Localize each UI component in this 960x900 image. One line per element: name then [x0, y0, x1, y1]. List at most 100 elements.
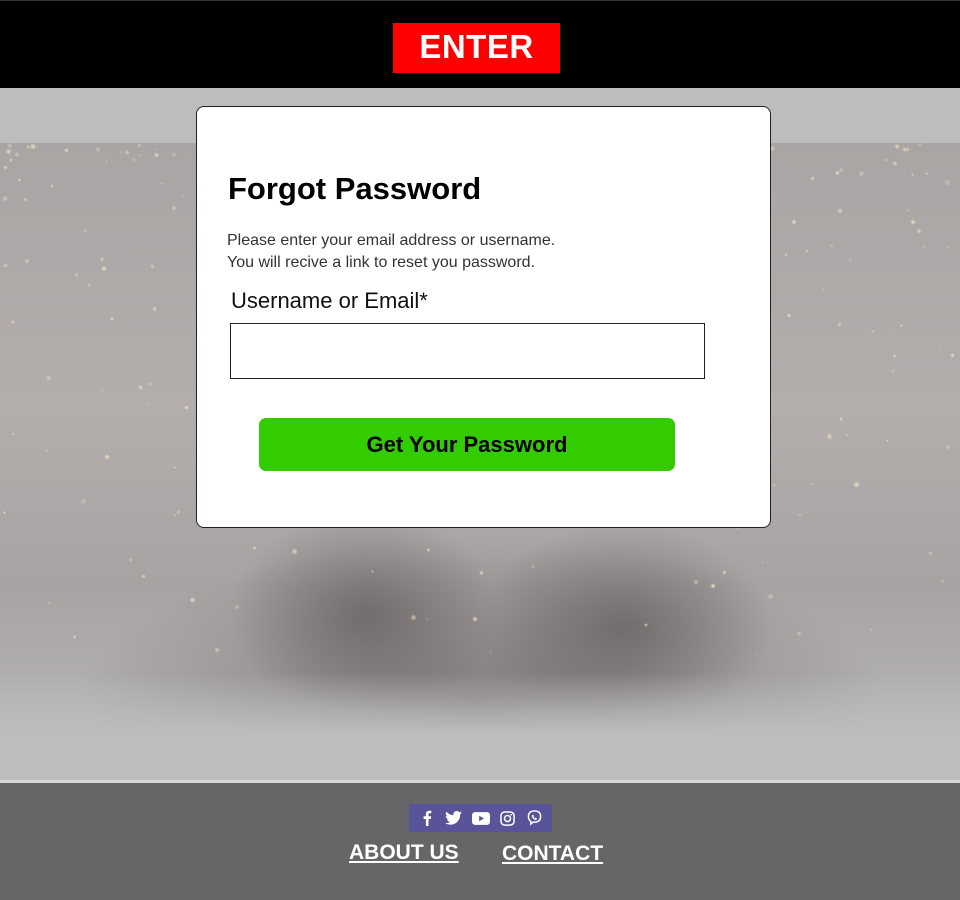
- stage-light-glow: [784, 253, 788, 257]
- stage-light-glow: [370, 569, 375, 574]
- stage-light-glow: [147, 381, 154, 387]
- stage-light-glow: [643, 623, 648, 628]
- stage-light-glow: [472, 616, 478, 622]
- stage-light-glow: [531, 564, 536, 569]
- stage-light-glow: [160, 182, 164, 186]
- stage-light-glow: [2, 164, 9, 170]
- stage-light-glow: [48, 601, 51, 605]
- stage-light-glow: [907, 209, 911, 213]
- stage-light-glow: [2, 511, 6, 515]
- youtube-icon[interactable]: [469, 807, 493, 829]
- stage-light-glow: [853, 481, 860, 488]
- stage-light-glow: [721, 570, 727, 575]
- stage-light-glow: [23, 197, 28, 203]
- facebook-icon[interactable]: [415, 807, 439, 829]
- stage-light-glow: [291, 548, 299, 556]
- stage-light-glow: [173, 513, 177, 517]
- stage-light-glow: [761, 560, 765, 564]
- stage-light-glow: [939, 344, 942, 347]
- stage-light-glow: [23, 257, 30, 264]
- stage-light-glow: [797, 512, 803, 518]
- stage-light-glow: [829, 244, 834, 249]
- stage-light-glow: [131, 157, 138, 164]
- stage-light-glow: [2, 262, 9, 268]
- stage-light-glow: [252, 545, 257, 551]
- social-links-bar: [409, 804, 552, 832]
- stage-light-glow: [150, 264, 155, 269]
- stage-light-glow: [73, 272, 79, 278]
- stage-light-glow: [45, 374, 52, 382]
- stage-light-glow: [17, 177, 22, 182]
- about-us-link[interactable]: ABOUT US: [349, 841, 459, 865]
- instagram-icon[interactable]: [496, 807, 520, 829]
- stage-light-glow: [945, 443, 952, 450]
- stage-light-glow: [773, 483, 777, 488]
- stage-light-glow: [845, 146, 849, 149]
- stage-light-glow: [910, 172, 914, 177]
- stage-light-glow: [893, 354, 897, 358]
- twitter-icon[interactable]: [442, 807, 466, 829]
- stage-light-glow: [79, 497, 87, 505]
- stage-light-glow: [86, 283, 91, 288]
- stage-light-glow: [155, 147, 158, 150]
- stage-light-glow: [95, 147, 101, 153]
- stage-light-glow: [104, 453, 110, 460]
- stage-light-glow: [138, 154, 141, 157]
- stage-light-glow: [883, 157, 888, 162]
- stage-light-glow: [915, 227, 922, 234]
- username-email-label: Username or Email*: [231, 288, 428, 313]
- stage-light-glow: [140, 573, 146, 579]
- stage-light-glow: [796, 630, 802, 637]
- stage-light-glow: [124, 149, 131, 156]
- stage-light-glow: [151, 306, 158, 312]
- stage-light-glow: [137, 384, 143, 390]
- get-password-button[interactable]: Get Your Password: [259, 418, 675, 471]
- stage-light-glow: [14, 151, 20, 158]
- stage-light-glow: [478, 570, 485, 576]
- stage-light-glow: [821, 287, 825, 291]
- stage-light-glow: [183, 405, 189, 411]
- stage-light-glow: [918, 143, 922, 147]
- stage-light-glow: [891, 368, 896, 373]
- stage-light-glow: [950, 352, 956, 358]
- stage-light-glow: [940, 579, 945, 584]
- stage-light-glow: [49, 183, 55, 189]
- stage-light-glow: [845, 432, 849, 437]
- stage-light-glow: [839, 416, 844, 421]
- stage-light-glow: [709, 582, 716, 589]
- stage-light-glow: [825, 433, 833, 441]
- description-line-2: You will recive a link to reset you pass…: [227, 254, 535, 271]
- footer: ABOUT US CONTACT: [0, 780, 960, 900]
- stage-light-glow: [922, 244, 926, 249]
- stage-light-glow: [848, 258, 852, 262]
- stage-light-glow: [175, 509, 181, 515]
- stage-light-glow: [804, 248, 810, 253]
- stage-light-glow: [1, 194, 9, 202]
- stage-light-glow: [811, 482, 814, 486]
- stage-light-glow: [173, 465, 177, 469]
- viber-icon[interactable]: [523, 807, 547, 829]
- stage-light-glow: [72, 635, 77, 640]
- stage-light-glow: [100, 265, 108, 272]
- stage-light-glow: [182, 194, 185, 197]
- stage-light-glow: [892, 160, 898, 167]
- stage-light-glow: [755, 653, 759, 657]
- stage-light-glow: [110, 317, 115, 322]
- stage-light-glow: [233, 603, 240, 610]
- stage-light-glow: [148, 402, 151, 406]
- site-logo[interactable]: ENTER: [393, 23, 560, 73]
- username-email-input[interactable]: [230, 323, 705, 379]
- stage-light-glow: [118, 150, 123, 154]
- stage-light-glow: [766, 593, 774, 601]
- stage-light-glow: [839, 167, 845, 173]
- stage-light-glow: [189, 596, 196, 604]
- stage-light-glow: [82, 227, 88, 233]
- stage-light-glow: [410, 614, 417, 622]
- contact-link[interactable]: CONTACT: [502, 842, 603, 866]
- stage-light-glow: [12, 432, 15, 436]
- stage-light-glow: [837, 322, 842, 327]
- stage-light-glow: [693, 579, 699, 585]
- stage-light-glow: [4, 147, 12, 155]
- stage-light-glow: [885, 438, 890, 443]
- stage-light-glow: [910, 218, 917, 226]
